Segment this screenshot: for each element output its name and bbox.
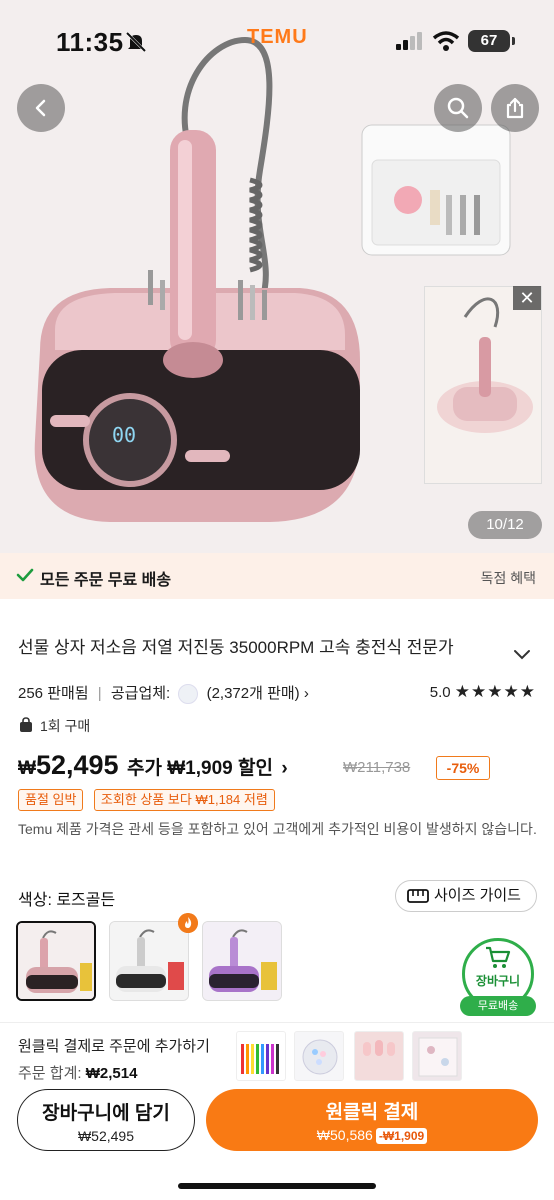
image-counter: 10/12 <box>468 511 542 539</box>
rating-stars: ★★★★★ <box>454 682 536 701</box>
mini-preview-image[interactable] <box>424 286 542 484</box>
thumbnail-pens-image <box>237 1032 285 1080</box>
chevron-down-icon[interactable] <box>512 648 532 662</box>
rating-value: 5.0 <box>429 684 451 701</box>
swatch-purple[interactable] <box>202 921 282 1001</box>
order-total-label: 주문 합계: <box>18 1065 82 1082</box>
battery-icon: 67 <box>468 30 515 52</box>
bell-slash-icon <box>125 31 147 53</box>
supplier-logo <box>178 684 199 705</box>
thumbnail-nails-image <box>355 1032 403 1080</box>
thumbnail-stickers[interactable] <box>412 1031 462 1081</box>
original-price: ₩211,738 <box>343 759 411 776</box>
product-gallery[interactable]: 00 ✕ 10/12 <box>0 0 554 553</box>
swatch-white-image <box>110 922 188 1000</box>
purchase-history: 1회 구매 <box>18 716 90 736</box>
rating-summary[interactable]: 5.0 ★★★★★ <box>430 682 536 702</box>
wifi-icon <box>432 31 460 51</box>
swatch-rose-gold-image <box>18 923 94 999</box>
one-click-buy-price: ₩50,586 <box>316 1127 373 1143</box>
color-option-label: 색상: 로즈골든 <box>18 892 116 909</box>
promo-badges: 품절 임박 조회한 상품 보다 ₩1,184 저렴 <box>18 789 281 811</box>
almost-sold-out-badge: 품절 임박 <box>18 789 84 811</box>
shopping-bag-icon <box>20 717 32 732</box>
cart-free-shipping: 무료배송 <box>460 996 536 1016</box>
check-icon <box>16 568 34 582</box>
floating-cart-button[interactable]: 장바구니 무료배송 <box>458 938 538 1018</box>
supplier-sales: (2,372개 판매) <box>206 685 300 702</box>
home-indicator <box>178 1183 376 1189</box>
customs-notice: Temu 제품 가격은 관세 등을 포함하고 있어 고객에게 추가적인 비용이 … <box>18 821 537 837</box>
extra-discount-label[interactable]: 추가 ₩1,909 할인 <box>127 758 273 779</box>
sold-count: 256 판매됨 <box>18 685 89 702</box>
chevron-right-icon: › <box>303 685 309 702</box>
cart-label: 장바구니 <box>475 974 521 988</box>
status-bar: 11:35 TEMU 67 <box>0 0 554 74</box>
one-click-buy-button[interactable]: 원클릭 결제 ₩50,586 -₩1,909 <box>206 1089 538 1151</box>
bought-count: 1회 구매 <box>40 718 91 734</box>
search-button[interactable] <box>434 84 482 132</box>
supplier-label: 공급업체: <box>110 685 171 702</box>
add-to-cart-button[interactable]: 장바구니에 담기 ₩52,495 <box>17 1089 195 1151</box>
thumbnail-nails[interactable] <box>354 1031 404 1081</box>
chevron-right-icon: › <box>281 758 288 779</box>
swatch-purple-image <box>203 922 281 1000</box>
back-icon <box>35 99 46 117</box>
size-guide-button[interactable]: 사이즈 가이드 <box>395 880 537 912</box>
oneclick-add-text: 원클릭 결제로 주문에 추가하기 <box>18 1038 210 1055</box>
order-total-value: ₩2,514 <box>85 1065 138 1082</box>
thumbnail-pens[interactable] <box>236 1031 286 1081</box>
divider: | <box>97 685 102 702</box>
back-button[interactable] <box>17 84 65 132</box>
app-brand-logo: TEMU <box>247 26 308 48</box>
cart-icon <box>486 946 511 968</box>
status-time: 11:35 <box>56 27 124 57</box>
mini-preview-close-button[interactable]: ✕ <box>513 286 541 310</box>
fire-icon <box>178 913 198 933</box>
cheaper-than-viewed-badge: 조회한 상품 보다 ₩1,184 저렴 <box>93 789 275 811</box>
one-click-saving: -₩1,909 <box>375 1128 428 1144</box>
thumbnail-stickers-image <box>413 1032 461 1080</box>
mini-preview-art <box>425 287 541 483</box>
search-icon <box>447 97 469 119</box>
price-row: ₩52,495 추가 ₩1,909 할인 › <box>18 750 288 782</box>
svg-text:00: 00 <box>112 423 136 447</box>
swatch-rose-gold[interactable] <box>16 921 96 1001</box>
ruler-icon <box>407 889 429 903</box>
signal-icon <box>396 32 422 50</box>
add-to-cart-label: 장바구니에 담기 <box>42 1103 170 1124</box>
thumbnail-gems-image <box>295 1032 343 1080</box>
thumbnail-gems[interactable] <box>294 1031 344 1081</box>
share-icon <box>506 97 524 119</box>
sales-supplier-line[interactable]: 256 판매됨 | 공급업체: (2,372개 판매) › <box>18 682 309 705</box>
add-to-cart-price: ₩52,495 <box>77 1128 135 1144</box>
share-button[interactable] <box>491 84 539 132</box>
free-shipping-text: 모든 주문 무료 배송 <box>40 572 172 589</box>
one-click-buy-label: 원클릭 결제 <box>325 1102 419 1123</box>
one-click-buy-price-line: ₩50,586 -₩1,909 <box>206 1127 538 1144</box>
order-total: 주문 합계: ₩2,514 <box>18 1062 137 1083</box>
current-price: ₩52,495 <box>18 750 119 780</box>
discount-badge: -75% <box>436 756 490 780</box>
free-shipping-banner[interactable]: 모든 주문 무료 배송 독점 혜택 <box>0 553 554 599</box>
exclusive-benefits-link[interactable]: 독점 혜택 <box>481 568 536 588</box>
product-title: 선물 상자 저소음 저열 저진동 35000RPM 고속 충전식 전문가 <box>18 638 454 657</box>
size-guide-label: 사이즈 가이드 <box>434 887 521 904</box>
swatch-white[interactable] <box>109 921 189 1001</box>
